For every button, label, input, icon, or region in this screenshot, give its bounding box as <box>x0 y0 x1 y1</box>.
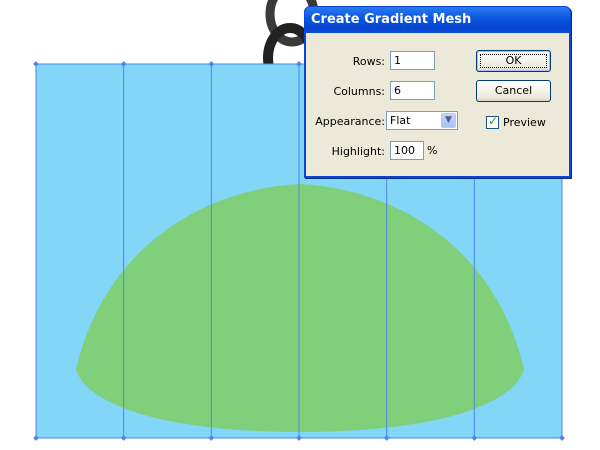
preview-checkbox[interactable]: ✓ <box>486 114 499 129</box>
preview-label[interactable]: Preview <box>503 116 546 129</box>
highlight-unit: % <box>427 144 438 157</box>
chevron-down-icon[interactable]: ▼ <box>441 113 456 128</box>
columns-input[interactable]: 6 <box>390 81 435 100</box>
appearance-label: Appearance: <box>315 115 385 128</box>
rows-input[interactable]: 1 <box>390 51 435 70</box>
highlight-label: Highlight: <box>331 145 385 158</box>
highlight-input[interactable]: 100 <box>390 141 424 160</box>
checkmark-icon: ✓ <box>488 114 499 128</box>
rows-label: Rows: <box>352 55 385 68</box>
create-gradient-mesh-dialog: Create Gradient Mesh Rows: 1 Columns: 6 … <box>304 6 571 178</box>
dialog-title[interactable]: Create Gradient Mesh <box>305 7 570 33</box>
columns-label: Columns: <box>333 85 385 98</box>
appearance-value: Flat <box>390 114 411 127</box>
appearance-select[interactable]: Flat ▼ <box>386 111 458 130</box>
cancel-button-label: Cancel <box>494 84 533 97</box>
ok-button[interactable]: OK <box>476 50 551 72</box>
cancel-button[interactable]: Cancel <box>476 80 551 102</box>
